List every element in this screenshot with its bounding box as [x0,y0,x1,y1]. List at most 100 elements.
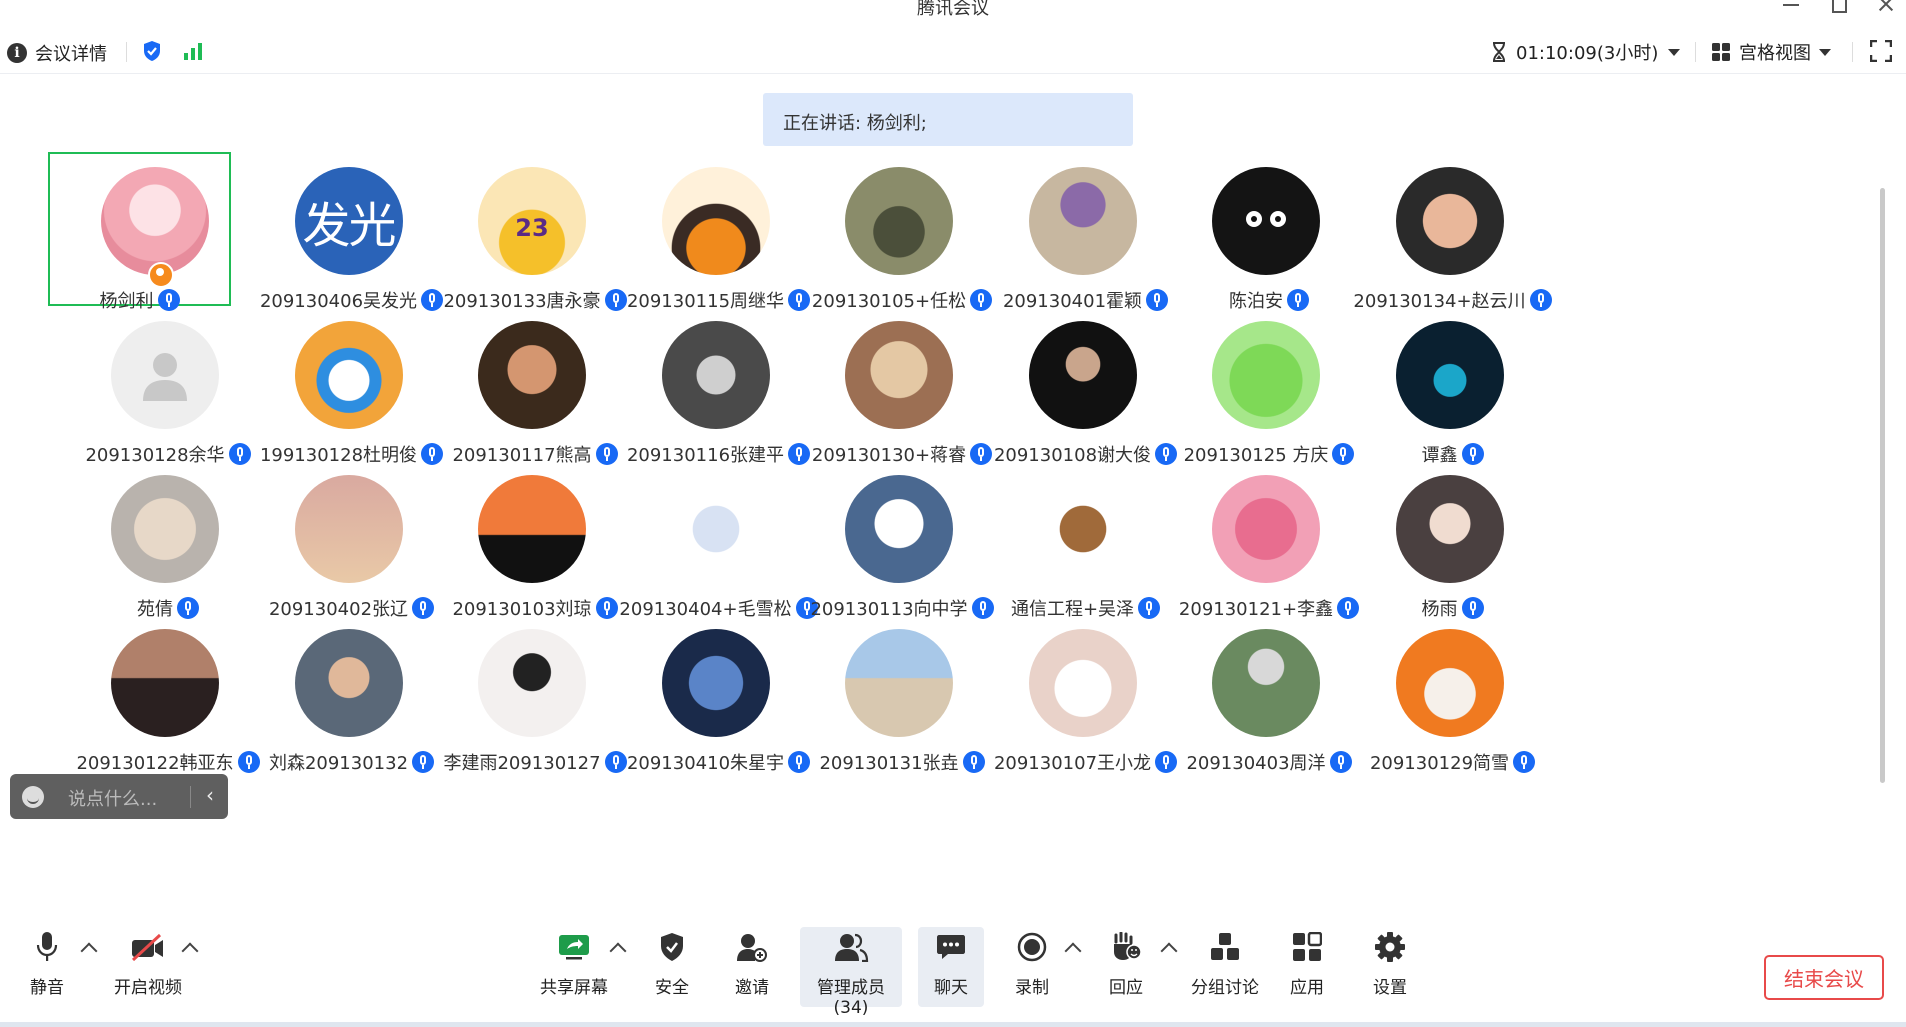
avatar [1395,629,1504,737]
avatar: 23 [478,167,586,275]
gear-icon [1375,932,1405,962]
shield-icon [661,933,683,961]
avatar [1212,629,1320,737]
divider [1852,42,1853,62]
avatar [111,321,219,429]
participant-name: 刘森209130132 [268,753,409,774]
record-button[interactable]: 录制 [1012,927,1052,1007]
divider [1695,42,1696,62]
chevron-up-icon[interactable] [609,942,627,960]
start-video-label: 开启视频 [114,978,182,998]
view-mode-dropdown[interactable]: 宫格视图 [1711,39,1831,65]
participant-name: 209130410朱星宇 [626,753,785,774]
avatar [1028,167,1137,275]
members-icon [835,933,869,962]
chat-icon [937,935,965,959]
chevron-up-icon[interactable] [1064,942,1082,960]
invite-button[interactable]: 邀请 [732,927,772,1007]
settings-label: 设置 [1373,978,1407,998]
participant-name-row: 209130129简雪 [1343,749,1563,775]
close-window-button[interactable] [1868,0,1904,18]
manage-members-label: 管理成员(34) [817,978,885,1018]
avatar [1395,475,1504,583]
avatar [661,167,770,275]
minimize-button[interactable] [1773,0,1809,18]
microphone-icon [36,932,58,961]
record-icon [1017,932,1047,962]
avatar [661,629,770,737]
reaction-button[interactable]: 回应 [1106,927,1146,1007]
breakout-rooms-button[interactable]: 分组讨论 [1190,927,1260,1007]
avatar [845,167,953,275]
avatar [294,629,403,737]
security-shield-icon[interactable] [142,40,162,62]
share-screen-icon [559,935,589,960]
avatar [1028,629,1137,737]
reaction-hand-icon [1114,932,1142,960]
apps-label: 应用 [1290,978,1324,998]
breakout-icon [1211,933,1239,960]
grid-view-icon [1712,43,1730,61]
security-label: 安全 [655,978,689,998]
avatar [1395,167,1504,275]
timer-text: 01:10:09(3小时) [1516,43,1659,64]
manage-members-button[interactable]: 管理成员(34) [800,927,902,1018]
avatar [661,321,770,429]
avatar [478,475,586,583]
share-screen-button[interactable]: 共享屏幕 [538,927,610,1007]
chevron-left-icon[interactable]: ‹ [206,783,214,807]
settings-button[interactable]: 设置 [1370,927,1410,1007]
svg-text:23: 23 [515,214,548,242]
avatar: 发光 [294,167,403,275]
avatar [845,321,953,429]
avatar [294,475,403,583]
grid-scrollbar[interactable] [1880,188,1885,783]
host-badge-icon [148,262,174,288]
view-mode-label: 宫格视图 [1739,43,1811,64]
avatar [478,321,586,429]
avatar [111,629,219,737]
jersey-icon: 23 [515,214,548,242]
meeting-timer[interactable]: 01:10:09(3小时) [1492,39,1681,65]
info-icon: i [7,43,27,63]
avatar [661,475,770,583]
default-user-icon [143,353,187,401]
avatar [1028,321,1137,429]
top-toolbar: i 会议详情 01:10:09(3小时) 宫格视图 [0,28,1906,74]
participant-tile[interactable]: 杨剑利 [48,152,231,312]
avatar [294,321,403,429]
mute-button[interactable]: 静音 [22,927,72,1007]
invite-label: 邀请 [735,978,769,998]
mic-status-icon [1513,751,1536,773]
meeting-details-button[interactable]: i 会议详情 [7,40,107,66]
avatar [1212,321,1320,429]
avatar [1212,475,1320,583]
chevron-up-icon[interactable] [1160,942,1178,960]
avatar-text: 发光 [302,198,396,254]
maximize-button[interactable] [1820,0,1856,18]
emoji-icon[interactable] [22,786,44,808]
chat-button[interactable]: 聊天 [918,927,984,1007]
bottom-edge [0,1022,1906,1027]
chat-label: 聊天 [934,978,968,998]
apps-button[interactable]: 应用 [1287,927,1327,1007]
chevron-up-icon[interactable] [80,942,98,960]
participant-name: 209130403周洋 [1186,753,1326,774]
hourglass-icon [1493,42,1505,62]
chat-placeholder: 说点什么... [68,789,158,810]
record-label: 录制 [1015,978,1049,998]
avatar [1395,321,1504,429]
avatar [845,475,953,583]
participant-tile[interactable]: 209130129简雪 [1343,614,1563,802]
start-video-button[interactable]: 开启视频 [110,927,186,1007]
end-meeting-button[interactable]: 结束会议 [1764,955,1884,1000]
security-button[interactable]: 安全 [652,927,692,1007]
cat-eyes-icon [1246,211,1286,227]
apps-icon [1293,932,1322,961]
chat-quick-input[interactable]: 说点什么... ‹ [10,774,228,819]
fullscreen-icon[interactable] [1870,40,1892,62]
chevron-down-icon [1668,48,1681,56]
avatar [478,629,586,737]
network-signal-icon[interactable] [183,41,205,61]
divider [126,42,127,62]
